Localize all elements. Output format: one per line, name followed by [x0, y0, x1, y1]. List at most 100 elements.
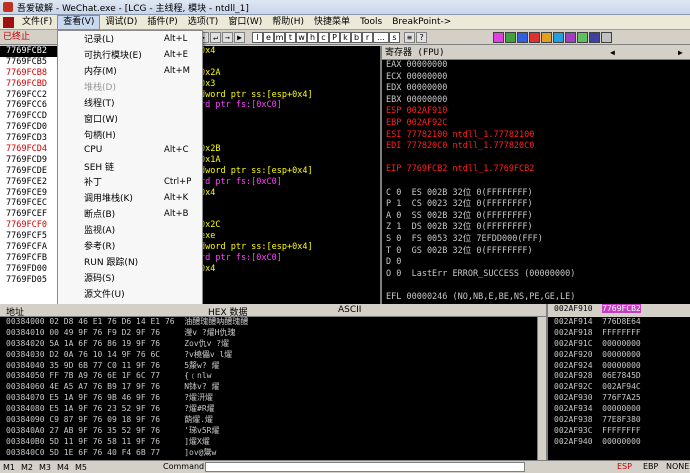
- cpu-address-row[interactable]: 7769FCE9: [0, 188, 59, 199]
- view-menu-item[interactable]: RUN 跟踪(N): [58, 253, 202, 269]
- stack-row[interactable]: 002AF940 00000000: [548, 437, 690, 448]
- m2-button[interactable]: M2: [18, 463, 36, 472]
- dump-row[interactable]: 00384060 4E A5 A7 76 B9 17 9F 76 N钵v? 燿: [0, 382, 546, 393]
- cpu-address-row[interactable]: 7769FD05: [0, 275, 59, 286]
- dump-row[interactable]: 00384030 D2 0A 76 10 14 9F 76 6C ?v橈儡v l…: [0, 350, 546, 361]
- disasm-row[interactable]: rd ptr fs:[0xC0]: [200, 177, 380, 188]
- cpu-address-row[interactable]: 7769FCE2: [0, 177, 59, 188]
- plugin-icon-9[interactable]: [589, 31, 600, 43]
- plugin-icon-6[interactable]: [553, 31, 564, 43]
- view-menu-item[interactable]: 源文件(U): [58, 285, 202, 301]
- view-menu-item[interactable]: 断点(B) Alt+B: [58, 206, 202, 222]
- disasm-row[interactable]: [200, 133, 380, 144]
- dump-row[interactable]: 00384070 E5 1A 9F 76 9B 46 9F 76 ?燿汧燿: [0, 393, 546, 404]
- callstack-button[interactable]: k: [340, 31, 351, 43]
- plugin-icon-4[interactable]: [529, 31, 540, 43]
- menu-window[interactable]: 窗口(W): [223, 15, 267, 30]
- cpu-address-row[interactable]: 7769FCEC: [0, 198, 59, 209]
- menu-plugins[interactable]: 插件(P): [142, 15, 182, 30]
- disasm-row[interactable]: 0x2A: [200, 68, 380, 79]
- view-menu-item[interactable]: 线程(T): [58, 95, 202, 111]
- next-arrow-icon[interactable]: ▶: [678, 46, 683, 60]
- register-row[interactable]: [382, 280, 690, 292]
- cpu-address-row[interactable]: 7769FCD9: [0, 155, 59, 166]
- register-row[interactable]: D 0: [382, 257, 690, 269]
- dump-row[interactable]: 00384050 FF 7B A9 76 6E 1F 6C 77 {﹙nlw: [0, 371, 546, 382]
- register-row[interactable]: EDX 00000000: [382, 83, 690, 95]
- dump-row[interactable]: 00384080 E5 1A 9F 76 23 52 9F 76 ?燿#R燿: [0, 404, 546, 415]
- register-row[interactable]: S 0 FS 0053 32位 7EFDD000(FFF): [382, 234, 690, 246]
- disasm-row[interactable]: dword ptr ss:[esp+0x4]: [200, 242, 380, 253]
- disasm-row[interactable]: 0x2B: [200, 144, 380, 155]
- log-button[interactable]: l: [252, 31, 263, 43]
- register-row[interactable]: EDI 777820C0 ntdll_1.777820C0: [382, 141, 690, 153]
- plugin-icon-8[interactable]: [577, 31, 588, 43]
- register-row[interactable]: T 0 GS 002B 32位 0(FFFFFFFF): [382, 246, 690, 258]
- register-row[interactable]: C 0 ES 002B 32位 0(FFFFFFFF): [382, 188, 690, 200]
- handles-button[interactable]: h: [307, 31, 318, 43]
- view-menu-item[interactable]: 记录(L) Alt+L: [58, 31, 202, 47]
- esp-button[interactable]: ESP: [617, 462, 632, 471]
- stack-row[interactable]: 002AF91C 00000000: [548, 339, 690, 350]
- stack-row[interactable]: 002AF924 00000000: [548, 361, 690, 372]
- menu-file[interactable]: 文件(F): [17, 15, 57, 30]
- register-row[interactable]: P 1 CS 0023 32位 0(FFFFFFFF): [382, 199, 690, 211]
- disasm-row[interactable]: 0x4: [200, 46, 380, 57]
- cpu-address-row[interactable]: 7769FCF5: [0, 231, 59, 242]
- cpu-address-row[interactable]: 7769FCB5: [0, 57, 59, 68]
- disasm-row[interactable]: dword ptr ss:[esp+0x4]: [200, 90, 380, 101]
- disasm-row[interactable]: [200, 57, 380, 68]
- m4-button[interactable]: M4: [54, 463, 72, 472]
- cpu-address-row[interactable]: 7769FCDE: [0, 166, 59, 177]
- disasm-row[interactable]: rd ptr fs:[0xC0]: [200, 253, 380, 264]
- dump-row[interactable]: 00384020 5A 1A 6F 76 86 19 9F 76 Zov仇v ?…: [0, 339, 546, 350]
- plugin-icon-3[interactable]: [517, 31, 528, 43]
- plugin-icon-5[interactable]: [541, 31, 552, 43]
- register-row[interactable]: ESP 002AF910: [382, 106, 690, 118]
- dump-row[interactable]: 00384000 02 D8 46 E1 76 D6 14 E1 76 油醴瑰醴…: [0, 317, 546, 328]
- stack-pane[interactable]: 002AF910 7769FCB2 002AF914 776D8E64 002AF9…: [546, 304, 690, 460]
- menu-help[interactable]: 帮助(H): [267, 15, 309, 30]
- stack-row[interactable]: 002AF938 77E8F380: [548, 415, 690, 426]
- disasm-row[interactable]: 0x3: [200, 79, 380, 90]
- plugin-icon-2[interactable]: [505, 31, 516, 43]
- stack-row[interactable]: 002AF918 FFFFFFFF: [548, 328, 690, 339]
- disasm-row[interactable]: [200, 111, 380, 122]
- register-row[interactable]: Z 1 DS 002B 32位 0(FFFFFFFF): [382, 222, 690, 234]
- cpu-address-row[interactable]: 7769FCFB: [0, 253, 59, 264]
- view-menu-item[interactable]: 源码(S): [58, 269, 202, 285]
- m1-button[interactable]: M1: [0, 463, 18, 472]
- menu-breakpoint[interactable]: BreakPoint->: [387, 15, 456, 30]
- view-menu-item[interactable]: 窗口(W): [58, 110, 202, 126]
- cpu-address-row[interactable]: 7769FCB8: [0, 68, 59, 79]
- breakpoints-button[interactable]: b: [351, 31, 362, 43]
- disasm-row[interactable]: rd ptr fs:[0xC0]: [200, 100, 380, 111]
- memory-button[interactable]: m: [274, 31, 285, 43]
- windows-button[interactable]: w: [296, 31, 307, 43]
- register-row[interactable]: EAX 00000000: [382, 60, 690, 72]
- stack-row[interactable]: 002AF928 06E7845D: [548, 371, 690, 382]
- register-row[interactable]: EBP 002AF92C: [382, 118, 690, 130]
- registers-pane[interactable]: 寄存器 (FPU) ◀ ▶ EAX 00000000 ECX 00000000 ED…: [380, 46, 690, 325]
- cpu-button[interactable]: c: [318, 31, 329, 43]
- view-menu-item[interactable]: SEH 链: [58, 158, 202, 174]
- cpu-address-row[interactable]: 7769FCBD: [0, 79, 59, 90]
- disasm-row[interactable]: 0x1A: [200, 155, 380, 166]
- plugin-icon-1[interactable]: [493, 31, 504, 43]
- cpu-address-row[interactable]: 7769FCD0: [0, 122, 59, 133]
- menu-options[interactable]: 选项(T): [183, 15, 224, 30]
- menu-view[interactable]: 查看(V): [57, 14, 101, 30]
- view-menu-item[interactable]: 参考(R): [58, 238, 202, 254]
- disasm-row[interactable]: dword ptr ss:[esp+0x4]: [200, 166, 380, 177]
- view-menu-item[interactable]: 调用堆栈(K) Alt+K: [58, 190, 202, 206]
- threads-button[interactable]: t: [285, 31, 296, 43]
- register-row[interactable]: EFL 00000246 (NO,NB,E,BE,NS,PE,GE,LE): [382, 292, 690, 304]
- dump-row[interactable]: 003840B0 5D 11 9F 76 58 11 9F 76 ]燿X燿: [0, 437, 546, 448]
- register-row[interactable]: O 0 LastErr ERROR_SUCCESS (00000000): [382, 269, 690, 281]
- disasm-row[interactable]: 0x4: [200, 264, 380, 275]
- register-row[interactable]: [382, 176, 690, 188]
- register-row[interactable]: EIP 7769FCB2 ntdll_1.7769FCB2: [382, 164, 690, 176]
- stack-row[interactable]: 002AF92C 002AF94C: [548, 382, 690, 393]
- disasm-row[interactable]: 0x4: [200, 188, 380, 199]
- command-input[interactable]: [205, 462, 525, 472]
